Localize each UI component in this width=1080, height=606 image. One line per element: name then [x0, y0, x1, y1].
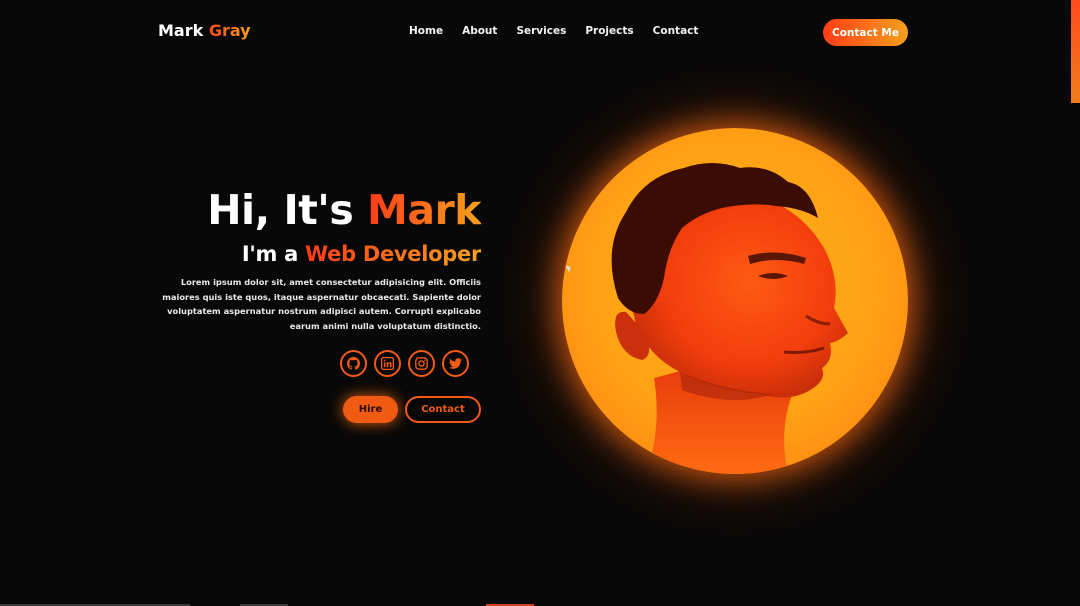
github-icon	[347, 357, 360, 370]
hero-greeting: Hi, It's	[207, 186, 354, 234]
linkedin-icon	[381, 357, 394, 370]
instagram-icon	[415, 357, 428, 370]
twitter-link[interactable]	[442, 350, 469, 377]
linkedin-link[interactable]	[374, 350, 401, 377]
nav-services[interactable]: Services	[516, 25, 566, 37]
hero-name: Mark	[367, 186, 481, 234]
nav-contact[interactable]: Contact	[653, 25, 699, 37]
logo[interactable]: Mark Gray	[158, 21, 251, 40]
nav-about[interactable]: About	[462, 25, 497, 37]
twitter-icon	[449, 358, 462, 369]
scrollbar-thumb[interactable]	[1071, 0, 1080, 103]
profile-portrait	[562, 128, 908, 474]
social-links	[340, 350, 469, 377]
nav-projects[interactable]: Projects	[585, 25, 633, 37]
hero-subtitle-prefix: I'm a	[241, 242, 299, 266]
portrait-illustration	[611, 163, 848, 474]
page: Mark Gray Home About Services Projects C…	[0, 0, 1080, 606]
logo-accent: Gray	[208, 21, 251, 40]
hire-button[interactable]: Hire	[343, 396, 398, 423]
github-link[interactable]	[340, 350, 367, 377]
hero-description: Lorem ipsum dolor sit, amet consectetur …	[162, 277, 481, 332]
main-nav: Home About Services Projects Contact	[409, 25, 698, 37]
hero-text: Hi, It's Mark I'm a Web Developer Lorem …	[151, 183, 481, 334]
contact-me-button[interactable]: Contact Me	[823, 19, 908, 46]
nav-home[interactable]: Home	[409, 25, 443, 37]
hero-subtitle: I'm a Web Developer	[151, 239, 481, 269]
logo-first: Mark	[158, 21, 204, 40]
hero-role: Web Developer	[305, 242, 481, 266]
contact-button[interactable]: Contact	[405, 396, 481, 423]
hero-title: Hi, It's Mark	[151, 183, 481, 237]
instagram-link[interactable]	[408, 350, 435, 377]
